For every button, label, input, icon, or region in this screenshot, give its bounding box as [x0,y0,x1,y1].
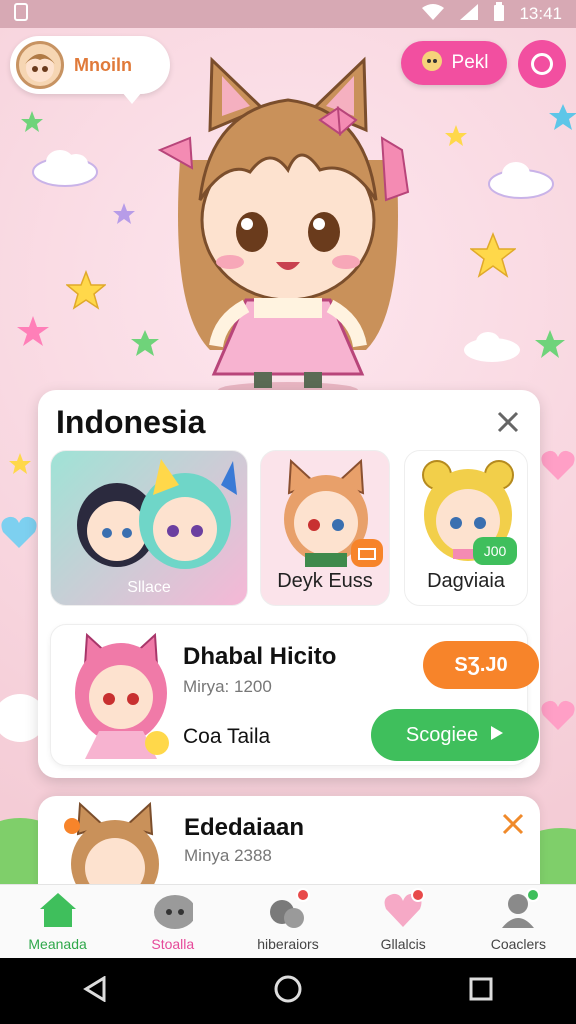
star-icon [549,104,576,130]
character-illustration [157,56,410,398]
heart-icon [383,888,426,930]
menu-circle-button[interactable] [518,40,566,88]
card2-title: Ededaiaan [184,814,305,841]
character-tile[interactable]: Deyk Euss [260,450,390,606]
tile-label: Deyk Euss [277,570,373,592]
item-name: Dhabal Hicito [183,643,337,670]
action-button[interactable]: Scogiee [371,709,539,761]
system-nav-bar [0,958,576,1024]
brown-catgirl-icon [64,801,159,884]
pet-button-label: Pekl [451,52,489,73]
star-icon [470,232,516,278]
cloud-icon [32,150,98,187]
nav-label: Meanada [28,936,87,952]
heart-icon [541,700,575,730]
heart-icon [1,516,37,548]
pet-button[interactable]: Pekl [401,41,507,85]
tile-badge: J00 [473,537,517,565]
profile-name: Mnoiln [74,54,132,75]
cloud-icon [488,162,554,199]
nav-label: Stoalla [151,936,195,952]
home-icon [38,890,78,930]
characters-icon [268,888,310,930]
nav-label: hiberaiors [257,936,319,952]
home-circle-icon[interactable] [273,974,303,1009]
close-icon[interactable] [492,406,524,438]
nav-item-gallery[interactable]: Gllalcis [348,888,458,952]
gift-icon [351,539,383,567]
card2-subtitle: Minya 2388 [184,846,272,865]
user-icon [498,888,541,930]
nav-item-profile[interactable]: Coaclers [463,888,573,952]
action-button-label: Scogiee [405,723,479,746]
nav-item-home[interactable]: Meanada [3,890,113,952]
nav-item-characters[interactable]: hiberaiors [233,888,343,952]
nav-label: Gllalcis [380,936,426,952]
sim-icon [14,2,28,26]
notification-dot [295,888,310,902]
item-subtitle: Mirya: 1200 [183,677,272,696]
star-icon [113,203,135,224]
star-icon [445,125,467,146]
heart-icon [541,450,575,480]
face-icon [153,890,193,930]
back-icon[interactable] [82,974,108,1007]
close-icon[interactable] [502,810,524,842]
wifi-icon [421,3,445,26]
clock-time: 13:41 [519,4,562,23]
character-pair-icon [77,459,237,569]
star-icon [535,330,565,358]
character-tile[interactable]: Sllace [50,450,248,606]
character-tile[interactable]: J00 Dagviaia [404,450,528,606]
cloud-icon [464,332,520,362]
card-title: Indonesia [56,404,206,440]
avatar [16,41,64,89]
nav-item-social[interactable]: Stoalla [118,890,228,952]
region-card: Indonesia Sllace Deyk Euss J00 Dagviaia … [38,390,540,778]
pet-avatar-icon [420,48,444,78]
bottom-nav: Meanada Stoalla hiberaiors Gllalcis Coac… [0,884,576,958]
star-icon [9,453,31,474]
play-icon [490,724,504,747]
signal-icon [459,3,479,26]
list-item[interactable]: Dhabal Hicito Mirya: 1200 Coa Taila SƷ.J… [50,624,539,766]
tile-label: Sllace [127,579,171,596]
nav-label: Coaclers [490,936,546,952]
item-label: Coa Taila [183,725,271,748]
tile-label: Dagviaia [427,570,505,592]
recents-icon[interactable] [468,976,494,1007]
price-button[interactable]: SƷ.J0 [423,641,539,689]
ring-icon [531,53,553,75]
star-icon [66,270,106,310]
pink-catgirl-icon [75,632,169,759]
profile-chip[interactable]: Mnoiln [10,36,170,104]
star-icon [17,316,49,346]
status-bar: 13:41 [0,0,576,28]
star-icon [21,111,43,132]
battery-icon [493,1,505,27]
